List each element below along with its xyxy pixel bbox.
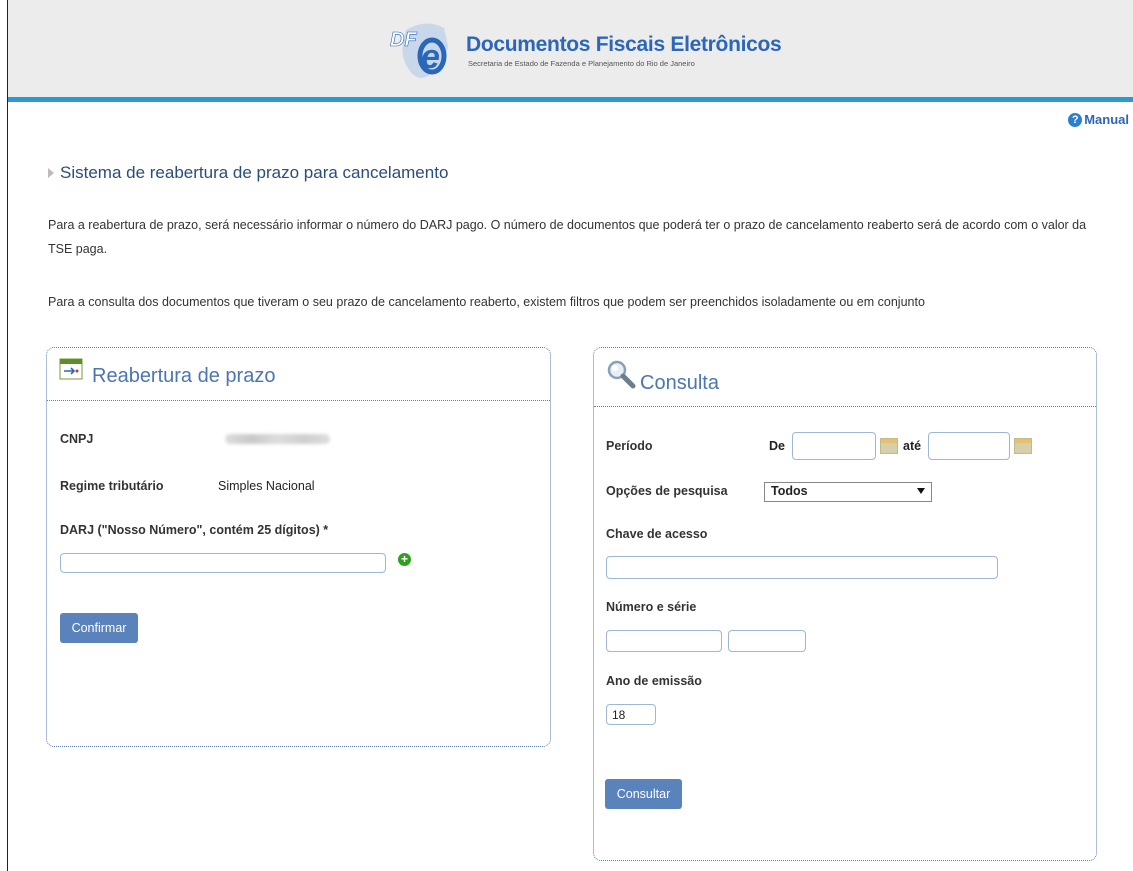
darj-input[interactable]	[60, 553, 386, 573]
triangle-right-icon	[48, 168, 54, 178]
chave-input[interactable]	[606, 556, 998, 579]
manual-label: Manual	[1084, 112, 1129, 127]
add-darj-icon[interactable]: +	[398, 553, 411, 566]
left-border	[0, 0, 8, 871]
periodo-ate-input[interactable]	[928, 432, 1010, 460]
chave-label: Chave de acesso	[606, 527, 708, 541]
opcoes-selected: Todos	[771, 484, 808, 498]
dropdown-arrow-icon	[917, 488, 925, 494]
serie-input[interactable]	[728, 630, 806, 652]
calendar-icon[interactable]	[1014, 438, 1032, 454]
help-icon: ?	[1068, 112, 1083, 127]
ano-label: Ano de emissão	[606, 674, 702, 688]
reabertura-panel-header: Reabertura de prazo	[47, 348, 550, 401]
page-title-text: Sistema de reabertura de prazo para canc…	[60, 163, 449, 182]
svg-text:e: e	[421, 38, 440, 76]
dfe-logo-icon: DF e	[390, 23, 448, 78]
manual-link[interactable]: ? Manual	[1068, 112, 1129, 127]
numero-input[interactable]	[606, 630, 722, 652]
svg-text:DF: DF	[390, 29, 417, 51]
darj-label: DARJ ("Nosso Número", contém 25 dígitos)…	[60, 523, 329, 537]
intro-paragraph: Para a reabertura de prazo, será necessá…	[48, 218, 1087, 256]
regime-value: Simples Nacional	[218, 479, 315, 493]
consulta-panel-header: Consulta	[594, 348, 1096, 407]
numero-serie-label: Número e série	[606, 600, 697, 614]
page-header: DF e Documentos Fiscais Eletrônicos Secr…	[8, 0, 1133, 102]
periodo-de-input[interactable]	[792, 432, 876, 460]
consulta-panel: Consulta Período De até Opções de pesqui…	[593, 347, 1097, 861]
dfe-logo: DF e Documentos Fiscais Eletrônicos Secr…	[386, 16, 786, 86]
reabertura-panel: Reabertura de prazo CNPJ Regime tributár…	[46, 347, 551, 747]
de-label: De	[769, 439, 785, 453]
opcoes-label: Opções de pesquisa	[606, 484, 728, 498]
ano-input[interactable]	[606, 704, 656, 725]
page-title: Sistema de reabertura de prazo para canc…	[48, 163, 448, 183]
calendar-arrow-icon	[59, 358, 83, 380]
ate-label: até	[903, 439, 922, 453]
magnifier-icon	[607, 360, 636, 389]
reabertura-title: Reabertura de prazo	[92, 365, 276, 387]
consultar-button[interactable]: Consultar	[605, 779, 682, 809]
confirmar-button[interactable]: Confirmar	[60, 613, 138, 643]
logo-subtitle: Secretaria de Estado de Fazenda e Planej…	[468, 59, 695, 68]
cnpj-value-blurred	[225, 434, 330, 444]
cnpj-label: CNPJ	[60, 432, 94, 446]
periodo-label: Período	[606, 439, 653, 453]
consulta-title: Consulta	[640, 372, 719, 394]
calendar-icon[interactable]	[880, 438, 898, 454]
opcoes-select[interactable]: Todos	[764, 482, 932, 502]
logo-title: Documentos Fiscais Eletrônicos	[466, 33, 782, 56]
regime-label: Regime tributário	[60, 479, 164, 493]
filter-paragraph: Para a consulta dos documentos que tiver…	[48, 295, 925, 309]
